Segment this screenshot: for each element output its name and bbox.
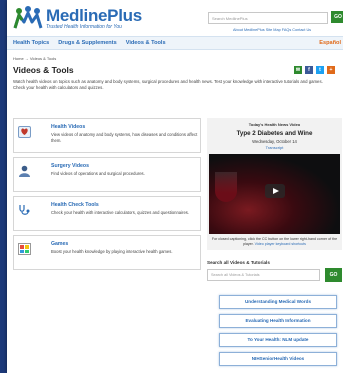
health-news-video-panel: Today's Health News Video Type 2 Diabete… bbox=[207, 118, 342, 251]
video-caption: For closed captioning, click the CC butt… bbox=[207, 234, 342, 250]
top-links[interactable]: About MedlinePlus Site Map FAQs Contact … bbox=[233, 28, 311, 32]
email-icon[interactable]: ✉ bbox=[294, 66, 302, 74]
site-header: MedlinePlus Trusted Health Information f… bbox=[7, 0, 343, 36]
play-button[interactable] bbox=[265, 184, 285, 198]
nav-health-topics[interactable]: Health Topics bbox=[13, 40, 49, 46]
puzzle-icon bbox=[18, 242, 31, 255]
page-title: Videos & Tools bbox=[13, 65, 74, 75]
card-surgery-videos[interactable]: Surgery Videos Find videos of operations… bbox=[13, 157, 201, 192]
card-desc: Check your health with interactive calcu… bbox=[51, 210, 190, 215]
page-intro: Watch health videos on topics such as an… bbox=[13, 79, 323, 90]
page-container: MedlinePlus Trusted Health Information f… bbox=[7, 0, 343, 373]
tool-cards: Health Videos View videos of anatomy and… bbox=[13, 118, 201, 274]
card-title[interactable]: Surgery Videos bbox=[51, 163, 89, 169]
nav-videos-tools[interactable]: Videos & Tools bbox=[126, 40, 166, 46]
stethoscope-icon bbox=[18, 203, 31, 215]
facebook-icon[interactable]: f bbox=[305, 66, 313, 74]
keyboard-shortcuts-link[interactable]: Video player keyboard shortcuts bbox=[255, 242, 306, 246]
related-links: Understanding Medical Words Evaluating H… bbox=[219, 295, 337, 371]
card-health-check-tools[interactable]: Health Check Tools Check your health wit… bbox=[13, 196, 201, 231]
site-search-input[interactable]: Search MedlinePlus bbox=[208, 12, 328, 24]
transcript-link[interactable]: Transcript bbox=[207, 145, 342, 150]
video-label: Today's Health News Video bbox=[248, 122, 301, 127]
wine-glass-image bbox=[215, 172, 237, 202]
site-search-go-button[interactable]: GO bbox=[331, 11, 343, 23]
video-search: Search all Videos & Tutorials Search all… bbox=[207, 260, 342, 282]
main-nav: Health Topics Drugs & Supplements Videos… bbox=[7, 36, 343, 50]
video-search-input[interactable]: Search all Videos & Tutorials bbox=[207, 269, 320, 281]
video-search-label: Search all Videos & Tutorials bbox=[207, 260, 270, 265]
share-icons: ✉ f t + bbox=[294, 66, 335, 74]
card-games[interactable]: Games Boost your health knowledge by pla… bbox=[13, 235, 201, 270]
nav-drugs-supplements[interactable]: Drugs & Supplements bbox=[58, 40, 116, 46]
logo-people-icon bbox=[13, 6, 43, 30]
card-title[interactable]: Health Check Tools bbox=[51, 202, 99, 208]
card-title[interactable]: Games bbox=[51, 241, 68, 247]
link-nihseniorhealth-videos[interactable]: NIHSeniorHealth Videos bbox=[219, 352, 337, 366]
link-evaluating-health-information[interactable]: Evaluating Health Information bbox=[219, 314, 337, 328]
surgeon-icon bbox=[18, 164, 31, 177]
card-title[interactable]: Health Videos bbox=[51, 124, 85, 130]
video-title: Type 2 Diabetes and Wine bbox=[236, 130, 313, 137]
card-desc: View videos of anatomy and body systems,… bbox=[51, 132, 198, 143]
card-desc: Find videos of operations and surgical p… bbox=[51, 171, 145, 176]
card-desc: Boost your health knowledge by playing i… bbox=[51, 249, 173, 254]
link-to-your-health[interactable]: To Your Health: NLM update bbox=[219, 333, 337, 347]
breadcrumb[interactable]: Home → Videos & Tools bbox=[7, 50, 343, 61]
plus-icon[interactable]: + bbox=[327, 66, 335, 74]
video-date: Wednesday, October 14 bbox=[252, 139, 297, 144]
video-search-go-button[interactable]: GO bbox=[325, 268, 342, 282]
nav-espanol[interactable]: Español bbox=[319, 40, 341, 46]
card-health-videos[interactable]: Health Videos View videos of anatomy and… bbox=[13, 118, 201, 153]
twitter-icon[interactable]: t bbox=[316, 66, 324, 74]
link-understanding-medical-words[interactable]: Understanding Medical Words bbox=[219, 295, 337, 309]
medlineplus-logo[interactable]: MedlinePlus Trusted Health Information f… bbox=[13, 6, 142, 30]
heart-icon bbox=[18, 125, 31, 138]
video-player[interactable] bbox=[209, 154, 340, 234]
logo-name: MedlinePlus bbox=[46, 5, 142, 25]
